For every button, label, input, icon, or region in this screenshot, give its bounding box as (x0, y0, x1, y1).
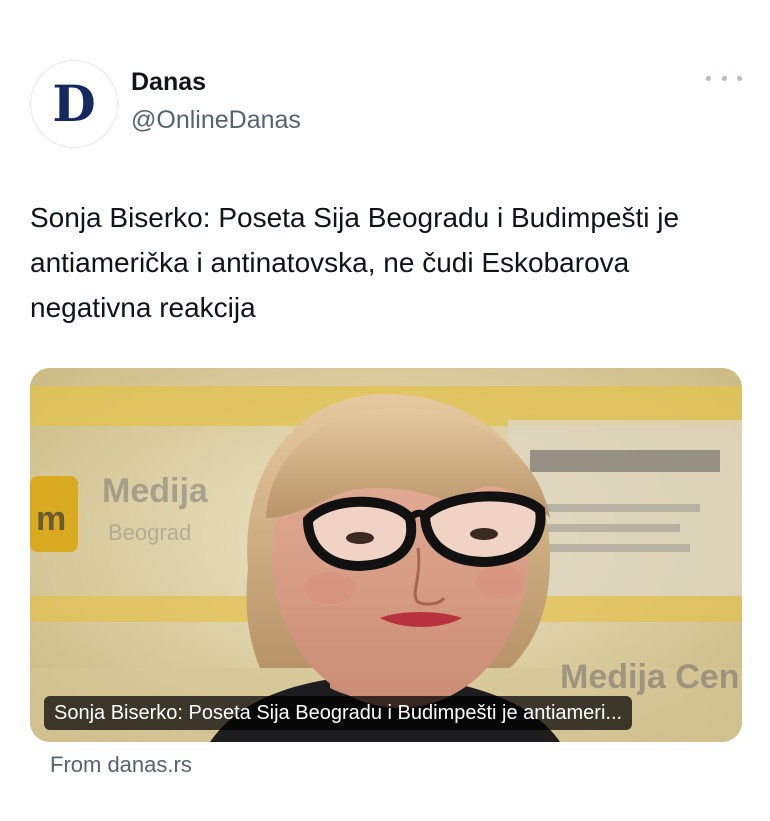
card-caption: Sonja Biserko: Poseta Sija Beogradu i Bu… (44, 696, 633, 730)
author-name[interactable]: Danas (131, 68, 206, 97)
tweet-text: Sonja Biserko: Poseta Sija Beogradu i Bu… (30, 202, 680, 323)
author-handle[interactable]: @OnlineDanas (131, 106, 301, 135)
card-source[interactable]: From danas.rs (50, 752, 192, 778)
backdrop-sign-left: Medija (102, 472, 209, 510)
more-horizontal-icon[interactable] (706, 68, 742, 88)
backdrop-sign-right: Medija Cen (560, 658, 739, 696)
danas-logo-letter: D (52, 74, 96, 133)
link-card[interactable]: m Medija Beograd Medija Cen Sonja Biserk… (30, 368, 742, 742)
backdrop-sign-left-sub: Beograd (108, 520, 191, 545)
svg-text:m: m (36, 500, 66, 538)
author-avatar[interactable]: D (30, 60, 118, 148)
card-image: m Medija Beograd Medija Cen (30, 368, 742, 742)
